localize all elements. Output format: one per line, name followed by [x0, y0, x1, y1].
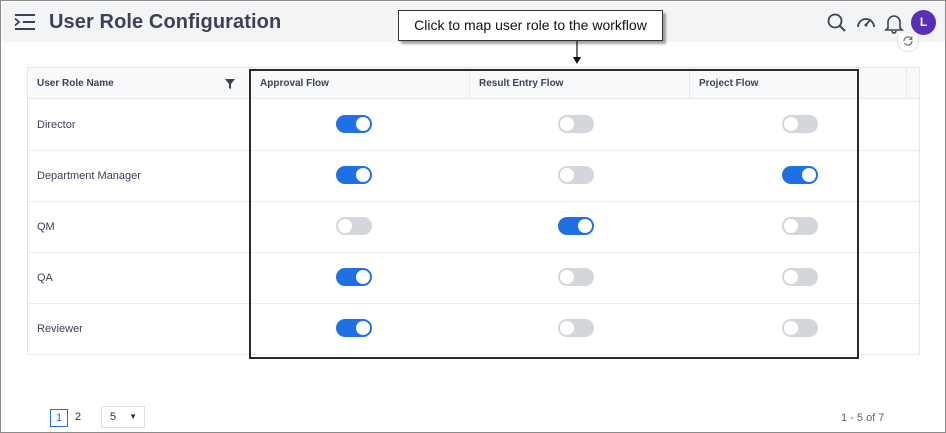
dashboard-gauge-icon[interactable]: [855, 12, 877, 34]
project-flow-toggle[interactable]: [782, 268, 818, 286]
grid-header: User Role Name Approval Flow Result Entr…: [28, 68, 919, 99]
toggle-knob: [784, 321, 798, 335]
avatar[interactable]: L: [911, 10, 936, 35]
toggle-knob: [356, 270, 370, 284]
toggle-knob: [560, 117, 574, 131]
table-row: QA: [28, 253, 919, 304]
toggle-knob: [338, 219, 352, 233]
role-name-cell: Reviewer: [28, 304, 250, 355]
refresh-icon: [903, 36, 913, 46]
column-header-result-entry-flow[interactable]: Result Entry Flow: [469, 68, 689, 99]
project-flow-toggle[interactable]: [782, 166, 818, 184]
role-name: Director: [37, 119, 76, 131]
approval-flow-toggle[interactable]: [336, 115, 372, 133]
approval-flow-toggle[interactable]: [336, 268, 372, 286]
result-entry-flow-toggle[interactable]: [558, 217, 594, 235]
chevron-down-icon: ▼: [129, 412, 137, 421]
toggle-knob: [356, 117, 370, 131]
page-title: User Role Configuration: [49, 11, 282, 33]
page-1-button[interactable]: 1: [50, 409, 68, 427]
table-row: Reviewer: [28, 304, 919, 355]
role-name-cell: QA: [28, 253, 250, 304]
refresh-button[interactable]: [897, 34, 919, 52]
result-entry-flow-toggle[interactable]: [558, 166, 594, 184]
bell-icon[interactable]: [883, 12, 905, 34]
role-name: Reviewer: [37, 323, 83, 335]
project-flow-toggle[interactable]: [782, 115, 818, 133]
table-row: Director: [28, 100, 919, 151]
toggle-knob: [802, 168, 816, 182]
approval-flow-toggle[interactable]: [336, 319, 372, 337]
toggle-knob: [784, 270, 798, 284]
page-size-value: 5: [110, 411, 117, 423]
column-header-project-flow[interactable]: Project Flow: [689, 68, 909, 99]
column-header-user-role-name[interactable]: User Role Name: [28, 68, 250, 99]
app-window: User Role Configuration L Click to map u…: [0, 0, 946, 433]
toggle-knob: [560, 321, 574, 335]
callout-arrow-icon: [573, 41, 581, 64]
toggle-knob: [578, 219, 592, 233]
role-name: QA: [37, 272, 53, 284]
toggle-knob: [356, 168, 370, 182]
toggle-knob: [356, 321, 370, 335]
role-name-cell: QM: [28, 202, 250, 253]
pagination-info: 1 - 5 of 7: [841, 412, 885, 424]
role-name-cell: Director: [28, 100, 250, 151]
approval-flow-toggle[interactable]: [336, 217, 372, 235]
toggle-knob: [784, 117, 798, 131]
user-role-grid: User Role Name Approval Flow Result Entr…: [27, 67, 920, 355]
table-row: Department Manager: [28, 151, 919, 202]
role-name: Department Manager: [37, 170, 141, 182]
role-name: QM: [37, 221, 55, 233]
table-row: QM: [28, 202, 919, 253]
toggle-knob: [784, 219, 798, 233]
toggle-knob: [560, 168, 574, 182]
filter-icon[interactable]: [225, 79, 235, 89]
role-name-cell: Department Manager: [28, 151, 250, 202]
callout-tooltip: Click to map user role to the workflow: [398, 10, 663, 41]
search-icon[interactable]: [826, 12, 848, 34]
result-entry-flow-toggle[interactable]: [558, 268, 594, 286]
page-2-button[interactable]: 2: [69, 409, 87, 427]
toggle-knob: [560, 270, 574, 284]
column-header-spacer: [906, 68, 919, 99]
project-flow-toggle[interactable]: [782, 217, 818, 235]
result-entry-flow-toggle[interactable]: [558, 319, 594, 337]
project-flow-toggle[interactable]: [782, 319, 818, 337]
approval-flow-toggle[interactable]: [336, 166, 372, 184]
result-entry-flow-toggle[interactable]: [558, 115, 594, 133]
column-header-approval-flow[interactable]: Approval Flow: [250, 68, 469, 99]
page-size-select[interactable]: 5 ▼: [101, 406, 145, 428]
menu-collapse-icon[interactable]: [14, 12, 36, 32]
